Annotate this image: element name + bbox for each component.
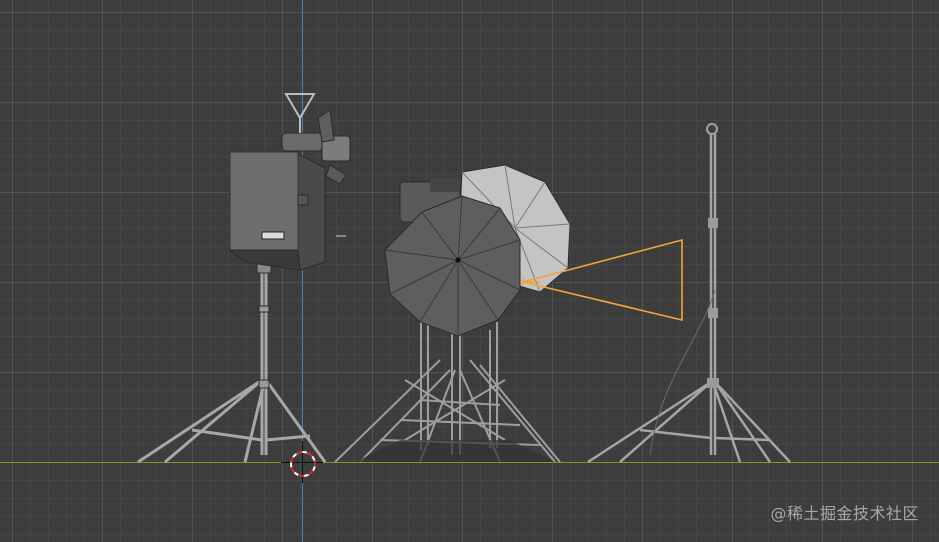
watermark: @稀土掘金技术社区 xyxy=(770,504,919,523)
scene-objects xyxy=(137,93,791,464)
light-stand-tall[interactable] xyxy=(587,123,791,464)
3d-cursor-icon[interactable] xyxy=(290,451,316,477)
3d-viewport[interactable]: @稀土掘金技术社区 xyxy=(0,0,939,542)
softbox-stand xyxy=(137,270,327,464)
softbox-light[interactable] xyxy=(137,93,351,464)
light-direction-icon xyxy=(284,93,316,120)
umbrella-light-group[interactable] xyxy=(334,164,571,463)
